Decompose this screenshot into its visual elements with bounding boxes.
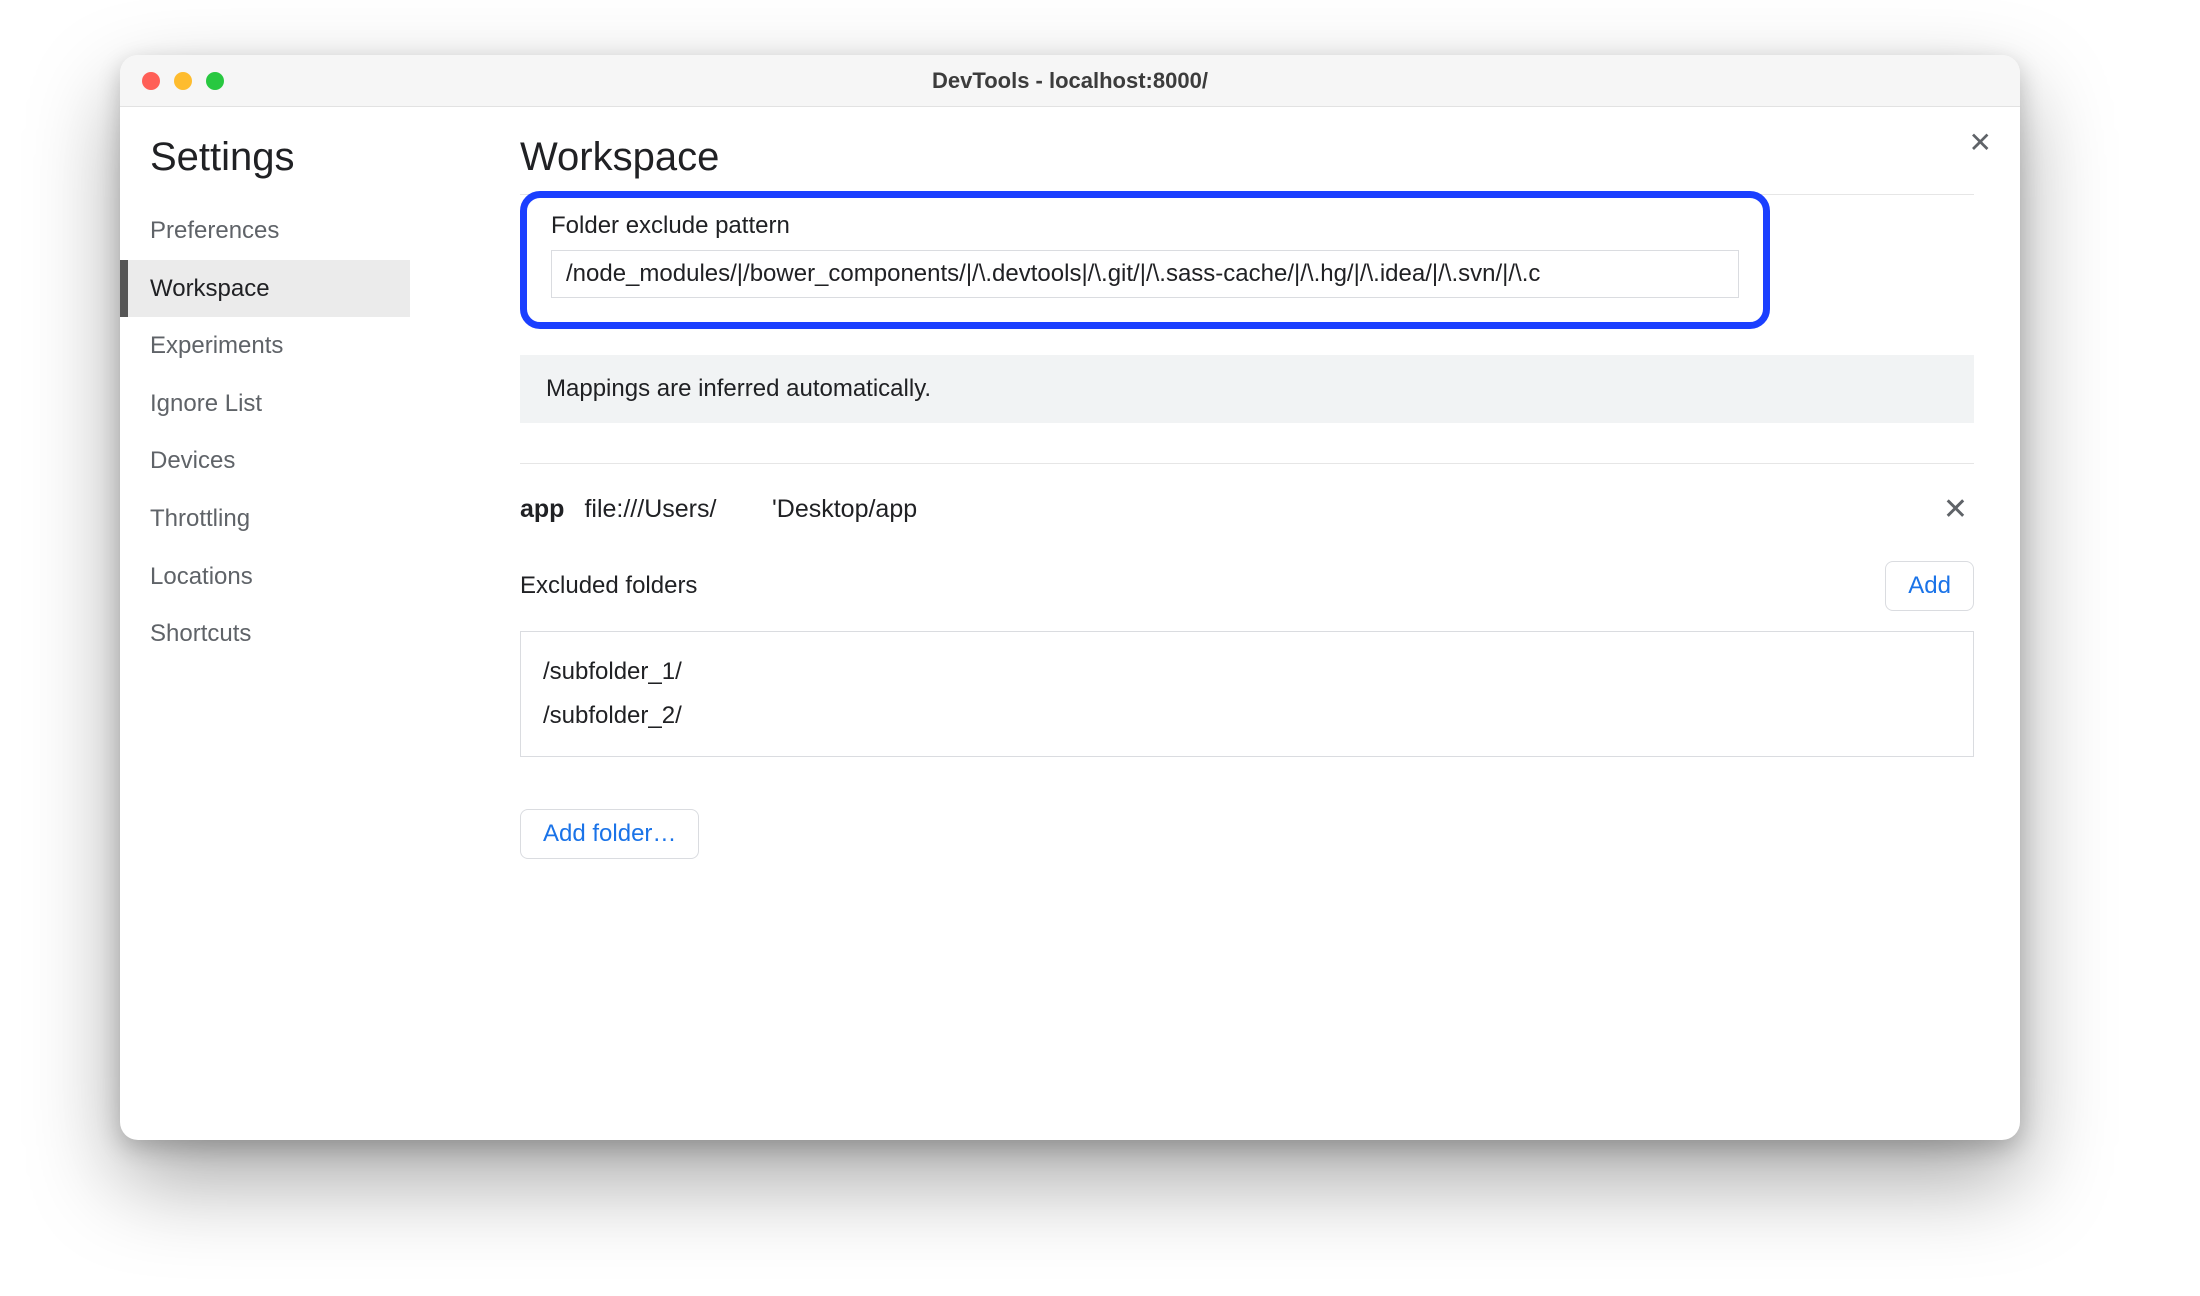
sidebar-item-devices[interactable]: Devices xyxy=(120,432,410,490)
settings-panel: ✕ Settings Preferences Workspace Experim… xyxy=(120,107,2020,1140)
settings-sidebar: Settings Preferences Workspace Experimen… xyxy=(120,107,410,1140)
folder-exclude-pattern-label: Folder exclude pattern xyxy=(551,212,1739,240)
add-folder-button[interactable]: Add folder… xyxy=(520,809,699,859)
sidebar-item-throttling[interactable]: Throttling xyxy=(120,490,410,548)
sidebar-item-ignore-list[interactable]: Ignore List xyxy=(120,375,410,433)
excluded-folder-item[interactable]: /subfolder_1/ xyxy=(543,650,1951,694)
add-excluded-button[interactable]: Add xyxy=(1885,561,1974,611)
sidebar-item-preferences[interactable]: Preferences xyxy=(120,202,410,260)
sidebar-item-locations[interactable]: Locations xyxy=(120,548,410,606)
excluded-folders-list: /subfolder_1/ /subfolder_2/ xyxy=(520,631,1974,757)
sidebar-item-experiments[interactable]: Experiments xyxy=(120,317,410,375)
workspace-settings: Workspace Folder exclude pattern Mapping… xyxy=(410,107,2020,1140)
sidebar-item-shortcuts[interactable]: Shortcuts xyxy=(120,605,410,663)
divider xyxy=(520,463,1974,464)
settings-title: Settings xyxy=(120,135,410,202)
workspace-folder-path: file:///Users/ 'Desktop/app xyxy=(584,495,917,524)
page-title: Workspace xyxy=(520,135,1974,180)
minimize-window-icon[interactable] xyxy=(174,72,192,90)
sidebar-item-workspace[interactable]: Workspace xyxy=(120,260,410,318)
workspace-folder-row: app file:///Users/ 'Desktop/app ✕ xyxy=(520,492,1974,527)
remove-folder-icon[interactable]: ✕ xyxy=(1937,492,1974,527)
workspace-folder-name: app xyxy=(520,495,564,524)
excluded-folders-label: Excluded folders xyxy=(520,572,1885,600)
window-title: DevTools - localhost:8000/ xyxy=(932,68,1208,94)
folder-exclude-pattern-section: Folder exclude pattern xyxy=(520,191,1770,329)
traffic-lights xyxy=(142,72,224,90)
excluded-folders-header: Excluded folders Add xyxy=(520,561,1974,611)
titlebar: DevTools - localhost:8000/ xyxy=(120,55,2020,107)
folder-exclude-pattern-input[interactable] xyxy=(551,250,1739,298)
devtools-window: DevTools - localhost:8000/ ✕ Settings Pr… xyxy=(120,55,2020,1140)
close-window-icon[interactable] xyxy=(142,72,160,90)
excluded-folder-item[interactable]: /subfolder_2/ xyxy=(543,694,1951,738)
zoom-window-icon[interactable] xyxy=(206,72,224,90)
mappings-info: Mappings are inferred automatically. xyxy=(520,355,1974,423)
